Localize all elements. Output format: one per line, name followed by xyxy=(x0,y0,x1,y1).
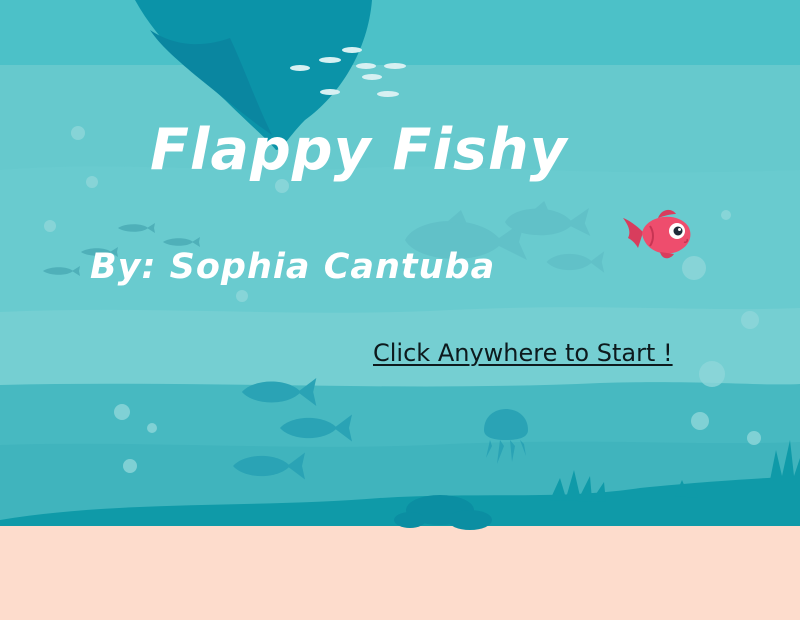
underwater-scene xyxy=(0,0,800,620)
start-link[interactable]: Click Anywhere to Start ! xyxy=(373,339,673,368)
author-credit: By: Sophia Cantuba xyxy=(90,247,496,287)
sand-ground xyxy=(0,526,800,620)
game-title: Flappy Fishy xyxy=(150,117,568,183)
fish-icon xyxy=(623,209,691,259)
game-canvas[interactable]: Flappy Fishy By: Sophia Cantuba Click An… xyxy=(0,0,800,620)
